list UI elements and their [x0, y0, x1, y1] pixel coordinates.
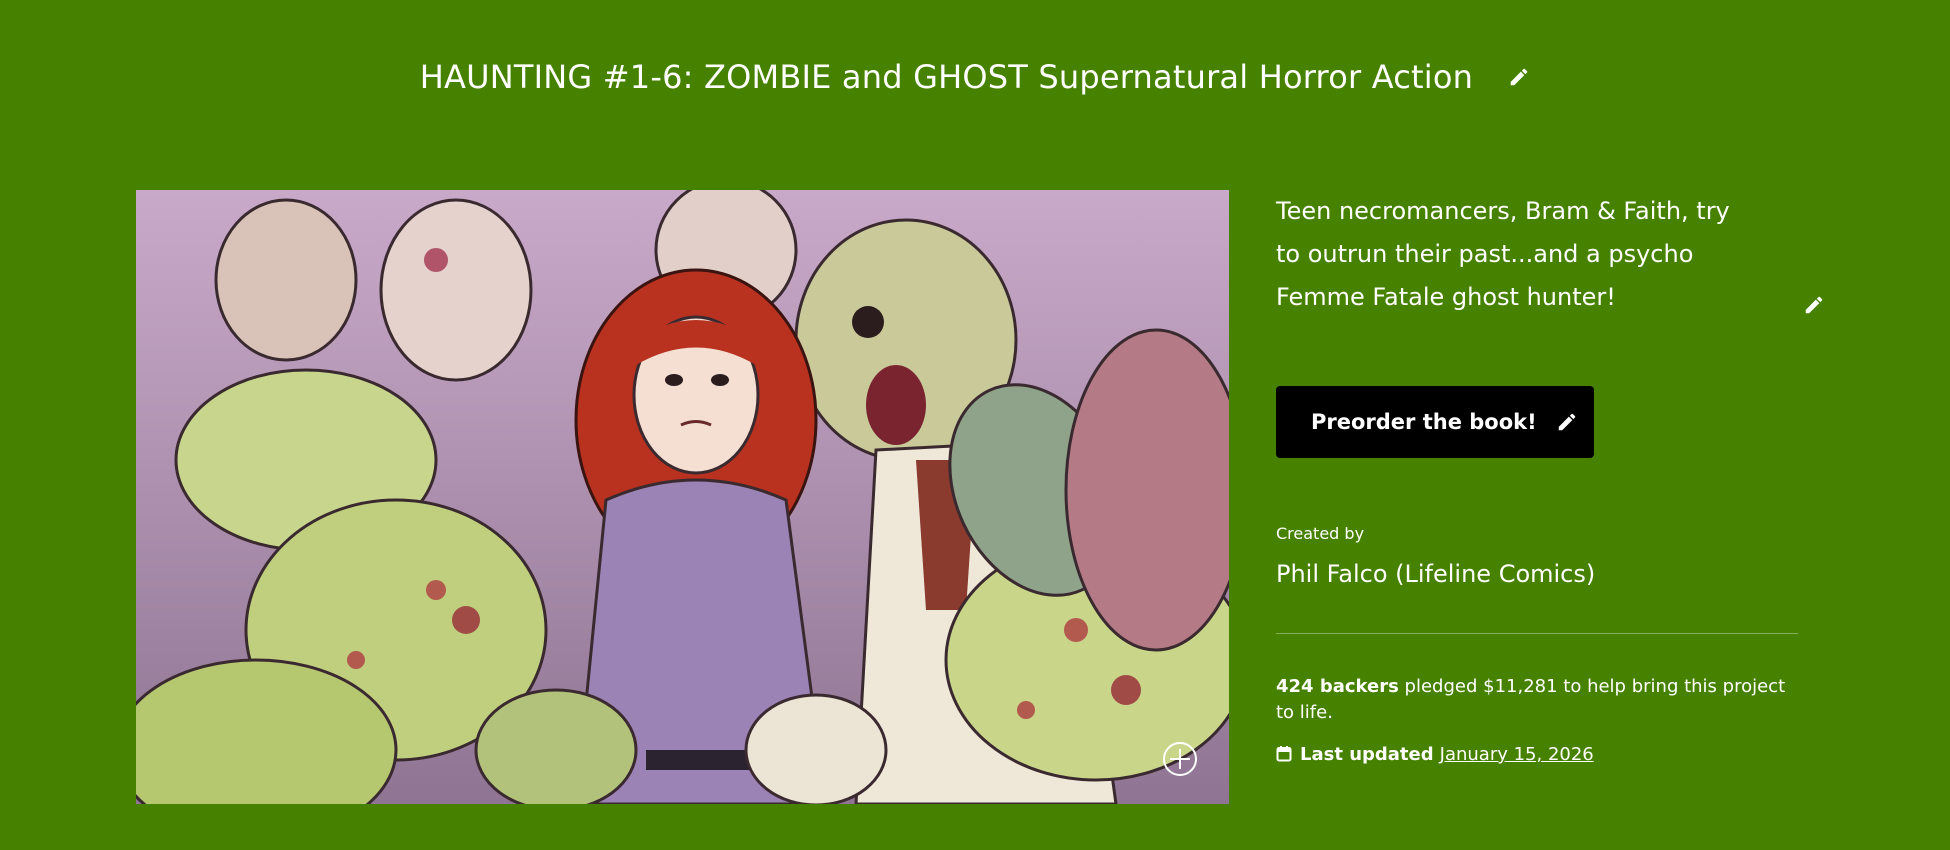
divider: [1276, 633, 1798, 634]
funding-stats: 424 backers pledged $11,281 to help brin…: [1276, 674, 1806, 726]
last-updated: Last updated January 15, 2026: [1276, 742, 1594, 770]
calendar-icon: [1276, 744, 1292, 770]
preorder-button[interactable]: Preorder the book!: [1276, 386, 1594, 458]
expand-image-button[interactable]: [1162, 741, 1198, 777]
creator-name-link[interactable]: Phil Falco (Lifeline Comics): [1276, 560, 1595, 588]
project-blurb: Teen necromancers, Bram & Faith, try to …: [1276, 197, 1730, 311]
pencil-icon[interactable]: [1508, 66, 1530, 88]
page-title: HAUNTING #1-6: ZOMBIE and GHOST Supernat…: [419, 58, 1474, 96]
last-updated-label: Last updated: [1300, 744, 1434, 765]
hero-image: [136, 190, 1229, 804]
last-updated-date-link[interactable]: January 15, 2026: [1440, 744, 1594, 765]
project-page: HAUNTING #1-6: ZOMBIE and GHOST Supernat…: [0, 0, 1950, 850]
created-by-label: Created by: [1276, 524, 1365, 543]
plus-circle-icon: [1163, 742, 1197, 776]
pencil-icon[interactable]: [1803, 294, 1825, 316]
project-sidebar: Teen necromancers, Bram & Faith, try to …: [1276, 190, 1823, 765]
comic-illustration: [136, 190, 1229, 804]
backers-count: 424 backers: [1276, 676, 1399, 697]
pencil-icon[interactable]: [1556, 411, 1578, 433]
title-row: HAUNTING #1-6: ZOMBIE and GHOST Supernat…: [0, 52, 1950, 102]
preorder-button-label: Preorder the book!: [1311, 410, 1537, 434]
